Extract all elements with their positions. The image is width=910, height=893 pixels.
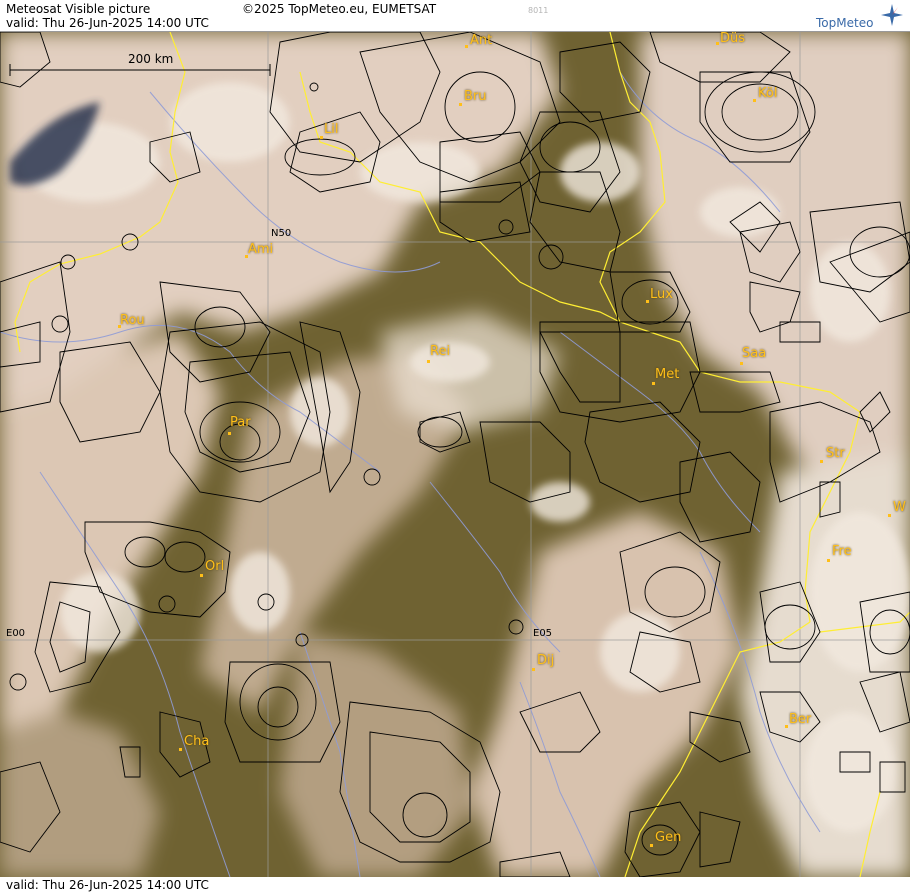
- city-cha: Cha: [184, 734, 210, 749]
- city-w: W: [893, 500, 906, 515]
- satellite-map[interactable]: 200 km N50 E00 E05 Ant Düs Bru Köl Lil A…: [0, 32, 910, 877]
- city-ant: Ant: [470, 33, 493, 48]
- map-canvas: [0, 32, 910, 877]
- city-gen: Gen: [655, 830, 682, 845]
- city-met: Met: [655, 367, 680, 382]
- city-orl: Orl: [205, 559, 225, 574]
- city-saa: Saa: [742, 346, 767, 361]
- footer-bar: valid: Thu 26-Jun-2025 14:00 UTC: [0, 877, 910, 893]
- city-ber: Ber: [789, 712, 812, 727]
- footer-valid-time: valid: Thu 26-Jun-2025 14:00 UTC: [6, 878, 209, 892]
- copyright-text: ©2025 TopMeteo.eu, EUMETSAT: [242, 2, 437, 16]
- city-ami: Ami: [248, 242, 274, 257]
- city-lil: Lil: [324, 122, 339, 137]
- city-rei: Rei: [430, 344, 451, 359]
- city-dus: Düs: [720, 32, 746, 46]
- city-rou: Rou: [120, 313, 145, 328]
- city-par: Par: [230, 415, 251, 430]
- grid-label-e00: E00: [6, 628, 26, 639]
- city-kol: Köl: [758, 86, 778, 101]
- scale-bar-label: 200 km: [128, 52, 174, 66]
- grid-label-n50: N50: [271, 228, 292, 239]
- valid-time: valid: Thu 26-Jun-2025 14:00 UTC: [6, 16, 209, 30]
- city-bru: Bru: [464, 89, 487, 104]
- city-str: Str: [826, 446, 845, 461]
- product-title: Meteosat Visible picture: [6, 2, 151, 16]
- city-fre: Fre: [832, 544, 852, 559]
- city-dij: Dij: [537, 653, 555, 668]
- image-code: 8011: [528, 6, 549, 15]
- topmeteo-logo-text[interactable]: TopMeteo: [816, 16, 873, 30]
- city-lux: Lux: [650, 287, 673, 302]
- header-bar: Meteosat Visible picture valid: Thu 26-J…: [0, 0, 910, 32]
- grid-label-e05: E05: [533, 628, 553, 639]
- compass-star-icon: [881, 4, 903, 26]
- meteosat-page: Meteosat Visible picture valid: Thu 26-J…: [0, 0, 910, 893]
